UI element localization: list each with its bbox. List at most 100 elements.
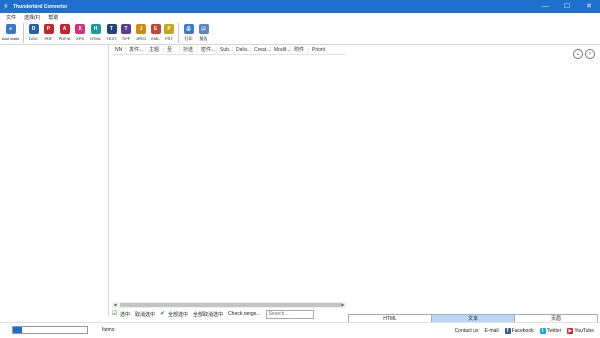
column-header[interactable]: 主题: [146, 45, 164, 55]
column-header[interactable]: 至: [164, 45, 180, 55]
toolbar-label: PDF/A: [58, 36, 71, 41]
select-all-folders-label: 全部选中: [168, 311, 189, 318]
jpeg-icon: J: [136, 24, 146, 34]
twitter-label: Twitter: [546, 327, 562, 334]
scrollbar-thumb[interactable]: [120, 303, 342, 307]
double-check-icon: ✔: [160, 311, 166, 317]
menu-select[interactable]: 选择(F): [24, 14, 40, 21]
contact-us-link[interactable]: Contact us: [455, 328, 479, 334]
toolbar-label: TEXT: [106, 36, 117, 41]
deselect-all-label: 取消选中: [135, 311, 156, 318]
toolbar-button-addmails[interactable]: ● Add mails: [0, 21, 21, 45]
toolbar-separator: [178, 23, 179, 43]
column-header[interactable]: 抄送: [180, 45, 198, 55]
close-button[interactable]: ✕: [578, 0, 600, 13]
menu-file[interactable]: 文件: [6, 14, 16, 21]
facebook-icon: f: [504, 327, 511, 334]
toolbar-label: JPEG: [135, 36, 147, 41]
selection-bar: ☑ 选中 取消选中 ✔ 全部选中 全部取消选中 Check range...: [112, 308, 346, 320]
toolbar-label: 报告: [199, 36, 208, 41]
twitter-icon: t: [539, 327, 546, 334]
facebook-label: Facebook: [511, 327, 534, 334]
column-header[interactable]: Creat...: [251, 45, 271, 55]
toolbar-button-xps[interactable]: X XPS: [73, 21, 87, 45]
toolbar-label: EML: [151, 36, 160, 41]
deselect-all-button[interactable]: 取消选中: [135, 311, 155, 318]
column-header[interactable]: Deliv...: [233, 45, 251, 55]
check-range-label: Check range...: [228, 311, 261, 317]
menu-help[interactable]: 帮助: [48, 14, 58, 21]
column-header[interactable]: Sub...: [217, 45, 233, 55]
select-all-folders-button[interactable]: ✔ 全部选中: [160, 311, 188, 318]
toolbar-label: 打印: [184, 36, 193, 41]
toolbar-separator: [23, 23, 24, 43]
mail-grid[interactable]: NN 发件... 主题至抄送 密件... Sub... Deliv... Creat... M…: [112, 45, 346, 308]
toolbar-button-html[interactable]: H HTML: [87, 21, 104, 45]
next-message-icon[interactable]: ›: [585, 49, 595, 59]
search-input[interactable]: [265, 309, 314, 319]
doc-icon: D: [28, 24, 39, 34]
minimize-button[interactable]: —: [534, 0, 556, 13]
email-link[interactable]: E-mail: [484, 328, 498, 334]
menu-bar: 文件 选择(F) 帮助: [0, 13, 600, 21]
toolbar-button-pst[interactable]: P PST: [162, 21, 176, 45]
toolbar-button-doc[interactable]: D DOC: [26, 21, 41, 45]
check-range-button[interactable]: Check range...: [228, 311, 261, 317]
preview-pane: ⌄ ›: [347, 46, 600, 316]
print-icon: ⎙: [183, 24, 194, 34]
toolbar: ● Add mails D DOC P PDF A PDF/A X XPS H HTML T TEXT T T…: [0, 21, 600, 45]
youtube-link[interactable]: ▶ YouTube: [567, 327, 594, 334]
facebook-link[interactable]: f Facebook: [504, 327, 534, 334]
tab-header[interactable]: 页眉: [515, 315, 597, 322]
checkbox-checked-icon: ☑: [112, 311, 118, 317]
progress-fill: [13, 327, 22, 333]
toolbar-label: TIFF: [121, 36, 131, 41]
toolbar-label: PDF: [44, 36, 53, 41]
twitter-link[interactable]: t Twitter: [539, 327, 562, 334]
status-bar: Items: Contact us E-mail f Facebook t Tw…: [0, 322, 600, 338]
toolbar-button-[interactable]: ⎙ 打印: [181, 21, 196, 45]
pdfa-icon: A: [59, 24, 70, 34]
column-header[interactable]: 密件...: [198, 45, 217, 55]
toolbar-button-jpeg[interactable]: J JPEG: [133, 21, 149, 45]
xps-icon: X: [75, 24, 85, 34]
column-header[interactable]: NN: [112, 45, 126, 55]
select-all-label: 选中: [120, 311, 131, 318]
folder-tree-pane[interactable]: [0, 45, 109, 316]
column-header[interactable]: 发件...: [126, 45, 146, 55]
eml-icon: E: [150, 24, 161, 34]
deselect-all-folders-label: 全部取消选中: [193, 311, 224, 318]
column-header[interactable]: Modif...: [271, 45, 291, 55]
report-icon: ▤: [198, 24, 209, 34]
previous-message-icon[interactable]: ⌄: [573, 49, 583, 59]
items-count-label: Items:: [102, 327, 116, 333]
column-header[interactable]: Priorit: [309, 45, 327, 55]
column-header[interactable]: 附件: [291, 45, 309, 55]
toolbar-button-pdfa[interactable]: A PDF/A: [56, 21, 73, 45]
select-all-button[interactable]: ☑ 选中: [112, 311, 130, 318]
toolbar-label: Add mails: [1, 36, 20, 41]
youtube-icon: ▶: [567, 327, 574, 334]
toolbar-button-tiff[interactable]: T TIFF: [119, 21, 133, 45]
toolbar-button-[interactable]: ▤ 报告: [196, 21, 211, 45]
text-icon: T: [106, 24, 117, 34]
toolbar-label: HTML: [90, 36, 101, 41]
grid-header: NN 发件... 主题至抄送 密件... Sub... Deliv... Creat... M…: [112, 45, 346, 55]
tab-html[interactable]: HTML: [349, 315, 432, 322]
pdf-icon: P: [43, 24, 54, 34]
app-logo-icon: ⚡: [3, 2, 9, 11]
add-mails-icon: ●: [5, 24, 16, 34]
html-icon: H: [90, 24, 101, 34]
pst-icon: P: [164, 24, 174, 34]
progress-bar: [12, 326, 88, 334]
tab-text[interactable]: 文本: [432, 315, 515, 322]
toolbar-button-pdf[interactable]: P PDF: [41, 21, 56, 45]
deselect-all-folders-button[interactable]: 全部取消选中: [193, 311, 223, 318]
title-bar: ⚡ Thunderbird Converter — ☐ ✕: [0, 0, 600, 13]
toolbar-button-eml[interactable]: E EML: [149, 21, 162, 45]
window-title: Thunderbird Converter: [13, 3, 68, 10]
toolbar-button-text[interactable]: T TEXT: [104, 21, 119, 45]
contact-links: Contact us E-mail f Facebook t Twitter ▶…: [455, 326, 600, 335]
maximize-button[interactable]: ☐: [556, 0, 578, 13]
toolbar-label: PST: [165, 36, 173, 41]
